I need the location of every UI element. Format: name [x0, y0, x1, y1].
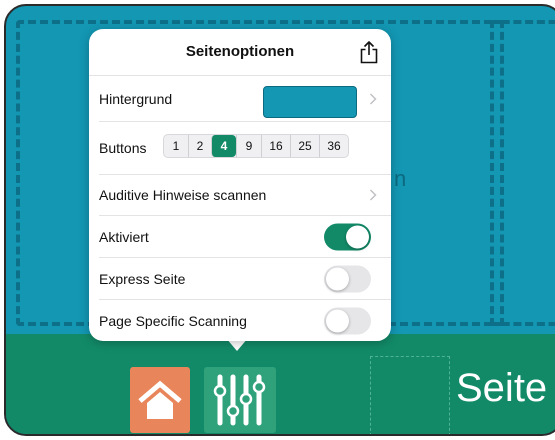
express-page-label: Express Seite: [99, 271, 186, 287]
background-row[interactable]: Hintergrund: [89, 76, 391, 122]
express-page-row: Express Seite: [89, 258, 391, 300]
page-label: Seite: [456, 366, 548, 410]
audio-scan-label: Auditive Hinweise scannen: [99, 187, 267, 203]
popover-header: Seitenoptionen: [89, 29, 391, 76]
page-scanning-row: Page Specific Scanning: [89, 300, 391, 341]
buttons-option[interactable]: 16: [261, 135, 290, 157]
chevron-right-icon: [369, 189, 377, 201]
buttons-row: Buttons 1 2 4 9 16 25 36: [89, 122, 391, 174]
buttons-option[interactable]: 2: [188, 135, 211, 157]
page-scanning-label: Page Specific Scanning: [99, 313, 247, 329]
buttons-option[interactable]: 25: [290, 135, 319, 157]
home-icon: [138, 380, 182, 419]
share-icon[interactable]: [359, 40, 379, 64]
chevron-right-icon: [369, 93, 377, 105]
background-label: Hintergrund: [99, 91, 173, 107]
buttons-option[interactable]: 1: [164, 135, 188, 157]
activated-toggle[interactable]: [324, 223, 371, 251]
home-button[interactable]: [130, 367, 190, 433]
activated-row: Aktiviert: [89, 216, 391, 258]
board-tile[interactable]: [490, 20, 555, 326]
buttons-option[interactable]: 36: [319, 135, 348, 157]
page-options-popover: Seitenoptionen Hintergrund Buttons 1 2 4…: [89, 29, 391, 341]
buttons-label: Buttons: [99, 140, 147, 156]
bottom-bar: Seite: [6, 334, 555, 434]
sliders-icon: [213, 374, 266, 426]
empty-tile-slot[interactable]: [370, 356, 450, 434]
audio-scan-row[interactable]: Auditive Hinweise scannen: [89, 174, 391, 216]
express-page-toggle[interactable]: [324, 265, 371, 293]
popover-title: Seitenoptionen: [185, 43, 295, 60]
activated-label: Aktiviert: [99, 229, 149, 245]
buttons-option[interactable]: 9: [236, 135, 261, 157]
buttons-count-segmented-control[interactable]: 1 2 4 9 16 25 36: [163, 134, 349, 158]
page-settings-button[interactable]: [204, 367, 276, 433]
background-color-swatch[interactable]: [263, 86, 357, 118]
tile-partial-text: n: [394, 166, 407, 191]
page-scanning-toggle[interactable]: [324, 307, 371, 335]
buttons-option-selected[interactable]: 4: [211, 135, 236, 157]
